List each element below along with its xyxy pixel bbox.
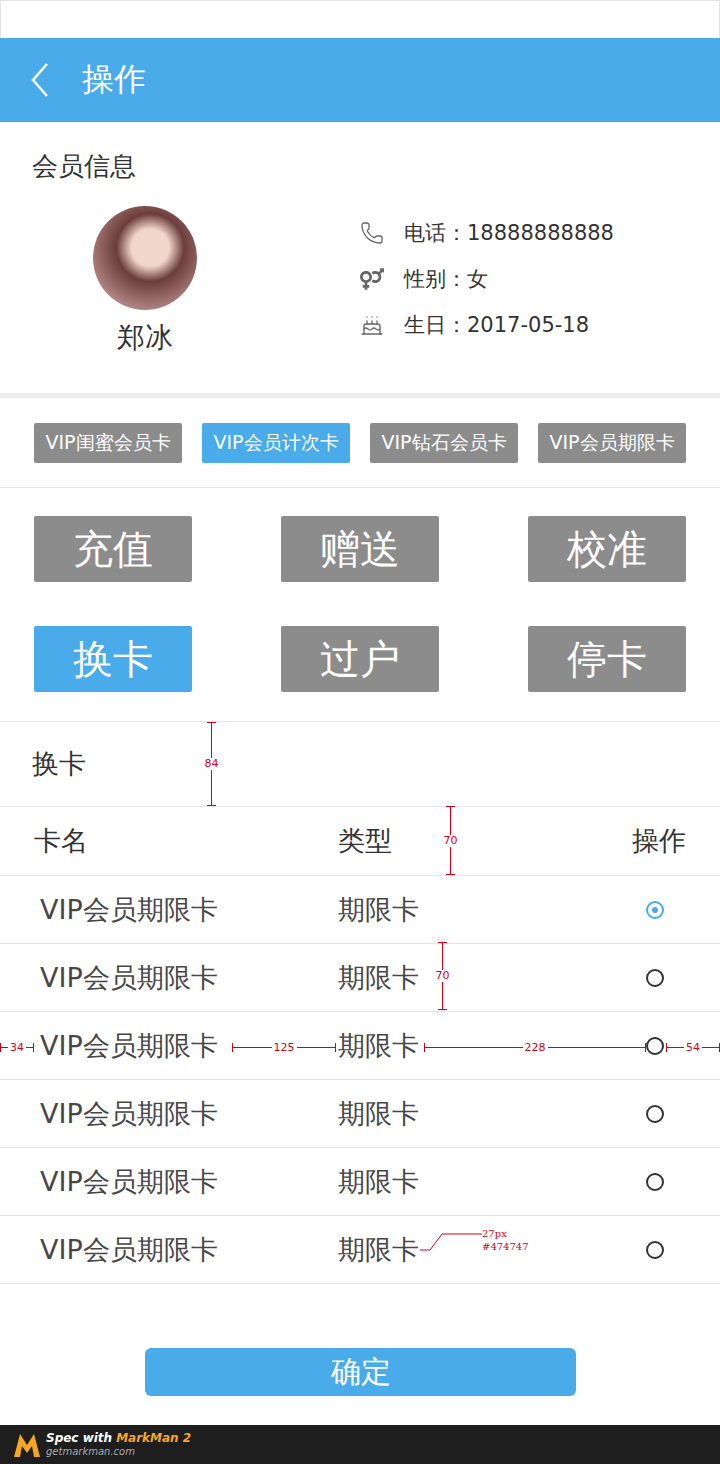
radio-button[interactable] — [646, 901, 664, 919]
status-bar — [0, 0, 720, 38]
measure-line: 70 — [450, 806, 451, 875]
card-tabs: VIP闺蜜会员卡 VIP会员计次卡 VIP钻石会员卡 VIP会员期限卡 — [0, 398, 720, 488]
card-tab[interactable]: VIP钻石会员卡 — [370, 423, 518, 463]
action-button[interactable]: 过户 — [281, 626, 439, 692]
spec-note: 27px#474747 — [482, 1227, 529, 1253]
radio-button[interactable] — [646, 1037, 664, 1055]
header-title: 操作 — [82, 58, 146, 102]
radio-button[interactable] — [646, 1105, 664, 1123]
footer: Spec withMarkMan 2getmarkman.com — [0, 1425, 720, 1464]
avatar — [93, 206, 197, 310]
member-name: 郑冰 — [117, 320, 173, 356]
table-row[interactable]: VIP会员期限卡期限卡 — [0, 1080, 720, 1148]
header: 操作 — [0, 38, 720, 122]
action-button[interactable]: 停卡 — [528, 626, 686, 692]
panel-title: 换卡 — [0, 722, 720, 807]
spec-overlay: 84 7070 34 125 228 54 27px#474747 — [0, 0, 720, 1464]
radio-button[interactable] — [646, 969, 664, 987]
phone-icon — [360, 221, 384, 245]
info-row: 电话：18888888888 — [360, 210, 614, 256]
card-tab[interactable]: VIP闺蜜会员卡 — [34, 423, 182, 463]
table-row[interactable]: VIP会员期限卡期限卡 — [0, 1012, 720, 1080]
confirm-button[interactable]: 确定 — [145, 1348, 576, 1396]
gender-icon — [360, 267, 384, 291]
note-leader-icon — [420, 1230, 482, 1254]
action-grid: 充值 赠送 校准换卡 过户 停卡 — [0, 488, 720, 722]
table-row[interactable]: VIP会员期限卡期限卡 — [0, 876, 720, 944]
table-row[interactable]: VIP会员期限卡期限卡 — [0, 944, 720, 1012]
measure-line: 54 — [666, 1047, 720, 1048]
info-row: 性别：女 — [360, 256, 614, 302]
measure-line: 70 — [442, 942, 443, 1010]
info-row: 生日：2017-05-18 — [360, 302, 614, 348]
table-header: 卡名类型操作 — [0, 807, 720, 876]
action-button[interactable]: 换卡 — [34, 626, 192, 692]
measure-line: 84 — [211, 722, 212, 806]
action-button[interactable]: 校准 — [528, 516, 686, 582]
cake-icon — [360, 313, 384, 337]
radio-button[interactable] — [646, 1241, 664, 1259]
footer-brand: Spec withMarkMan 2 — [46, 1431, 191, 1445]
back-icon[interactable] — [30, 62, 50, 98]
footer-site: getmarkman.com — [46, 1445, 191, 1459]
avatar-column: 郑冰 — [32, 206, 258, 356]
measure-line: 228 — [424, 1047, 646, 1048]
markman-logo-icon — [12, 1431, 42, 1459]
section-title: 会员信息 — [32, 150, 688, 182]
card-tab[interactable]: VIP会员计次卡 — [202, 423, 350, 463]
table-row[interactable]: VIP会员期限卡期限卡 — [0, 1148, 720, 1216]
action-button[interactable]: 充值 — [34, 516, 192, 582]
card-tab[interactable]: VIP会员期限卡 — [538, 423, 686, 463]
member-section: 会员信息郑冰 电话：18888888888性别：女生日：2017-05-18 — [0, 122, 720, 393]
measure-line: 125 — [232, 1047, 336, 1048]
table-row[interactable]: VIP会员期限卡期限卡 — [0, 1216, 720, 1284]
measure-line: 34 — [0, 1047, 34, 1048]
member-body: 郑冰 电话：18888888888性别：女生日：2017-05-18 — [32, 206, 688, 356]
radio-button[interactable] — [646, 1173, 664, 1191]
info-list: 电话：18888888888性别：女生日：2017-05-18 — [360, 206, 614, 356]
page: 操作会员信息郑冰 电话：18888888888性别：女生日：2017-05-18 V… — [0, 0, 720, 1464]
action-button[interactable]: 赠送 — [281, 516, 439, 582]
